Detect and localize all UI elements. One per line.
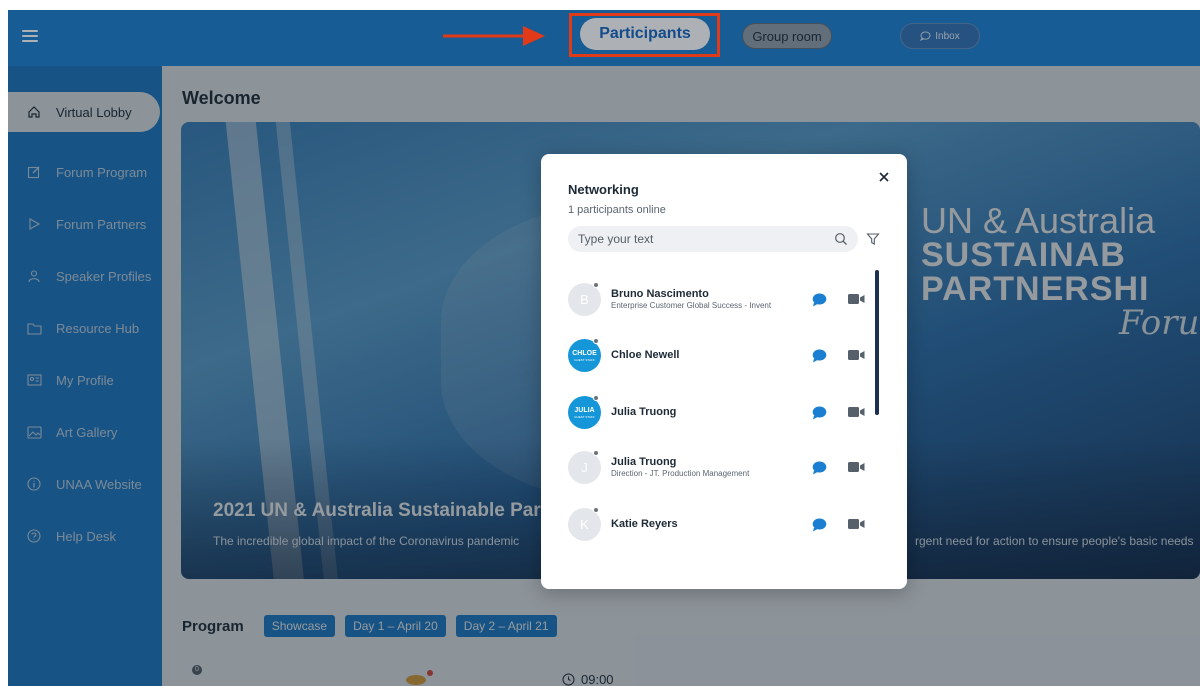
search-field xyxy=(568,226,858,252)
participant-row[interactable]: K Katie Reyers xyxy=(568,506,868,546)
search-input[interactable] xyxy=(578,232,818,246)
chat-icon[interactable] xyxy=(812,461,827,475)
participant-name: Katie Reyers xyxy=(611,518,678,530)
participant-role: Enterprise Customer Global Success - Inv… xyxy=(611,301,772,310)
video-call-icon[interactable] xyxy=(848,461,865,473)
participant-row[interactable]: B Bruno Nascimento Enterprise Customer G… xyxy=(568,281,868,321)
avatar-initial: K xyxy=(580,517,589,532)
video-call-icon[interactable] xyxy=(848,293,865,305)
chat-icon[interactable] xyxy=(812,406,827,420)
status-dot xyxy=(593,450,599,456)
status-dot xyxy=(593,507,599,513)
participant-row[interactable]: JULIA GUEST STAFF Julia Truong xyxy=(568,394,868,434)
avatar-initial: JULIA xyxy=(574,406,595,414)
participant-name: Bruno Nascimento xyxy=(611,288,709,300)
chat-icon[interactable] xyxy=(812,293,827,307)
participant-name: Julia Truong xyxy=(611,406,677,418)
participants-scrollbar[interactable] xyxy=(875,270,879,415)
participant-row[interactable]: CHLOE GUEST STAFF Chloe Newell xyxy=(568,337,868,377)
video-call-icon[interactable] xyxy=(848,349,865,361)
avatar-badge: GUEST STAFF xyxy=(574,357,595,362)
chat-icon[interactable] xyxy=(812,349,827,363)
video-call-icon[interactable] xyxy=(848,518,865,530)
search-icon[interactable] xyxy=(834,232,848,246)
avatar-initial: B xyxy=(580,292,589,307)
status-dot xyxy=(593,282,599,288)
annotation-highlight-box xyxy=(569,13,720,57)
chat-icon[interactable] xyxy=(812,518,827,532)
avatar-badge: GUEST STAFF xyxy=(574,414,595,419)
avatar-initial: J xyxy=(581,460,588,475)
participant-name: Chloe Newell xyxy=(611,349,680,361)
participant-row[interactable]: J Julia Truong Direction - JT. Productio… xyxy=(568,449,868,489)
participant-name: Julia Truong xyxy=(611,456,677,468)
online-count: 1 participants online xyxy=(568,204,666,216)
annotation-arrow-icon xyxy=(443,26,545,46)
filter-icon[interactable] xyxy=(866,232,880,246)
avatar-initial: CHLOE xyxy=(572,349,597,357)
networking-modal: Networking 1 participants online B Bruno… xyxy=(541,154,907,589)
status-dot xyxy=(593,338,599,344)
modal-title: Networking xyxy=(568,182,639,197)
status-dot xyxy=(593,395,599,401)
participant-role: Direction - JT. Production Management xyxy=(611,469,750,478)
close-icon[interactable] xyxy=(877,170,891,184)
video-call-icon[interactable] xyxy=(848,406,865,418)
